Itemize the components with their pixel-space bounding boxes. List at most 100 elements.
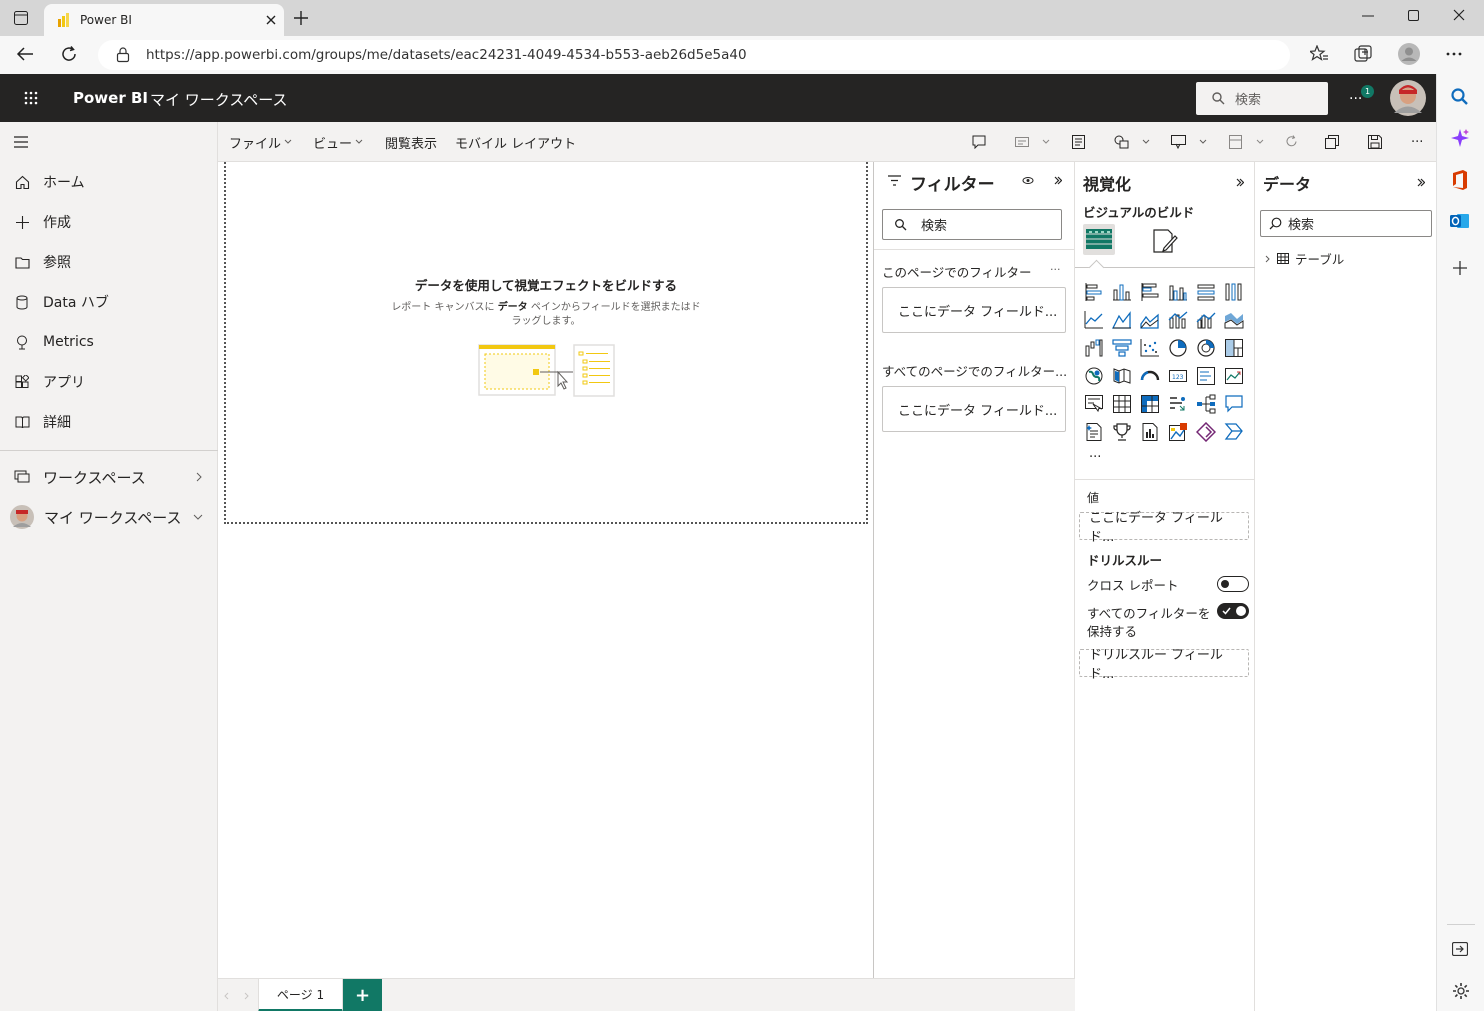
stacked-bar-chart-icon[interactable] xyxy=(1084,282,1104,302)
azure-map-icon[interactable] xyxy=(1168,422,1188,442)
empty-visual-placeholder[interactable]: データを使用して視覚エフェクトをビルドする レポート キャンバスに データ ペイ… xyxy=(224,162,868,524)
this-page-more-button[interactable]: ... xyxy=(1050,260,1061,273)
nav-item-datahub[interactable]: Data ハブ xyxy=(0,282,218,322)
ribbon-more-button[interactable]: ... xyxy=(1411,131,1423,146)
paginated-report-icon[interactable] xyxy=(1140,422,1160,442)
lock-icon[interactable] xyxy=(116,47,130,63)
pie-chart-icon[interactable] xyxy=(1168,338,1188,358)
nav-item-create[interactable]: 作成 xyxy=(0,202,218,242)
power-apps-icon[interactable] xyxy=(1196,422,1216,442)
clustered-bar-chart-icon[interactable] xyxy=(1140,282,1160,302)
workspace-breadcrumb[interactable]: マイ ワークスペース xyxy=(150,89,288,110)
browser-tab[interactable]: Power BI xyxy=(44,4,284,36)
gauge-icon[interactable] xyxy=(1140,366,1160,386)
stacked-area-chart-icon[interactable] xyxy=(1140,310,1160,330)
filter-search-box[interactable]: 検索 xyxy=(882,209,1062,240)
address-bar[interactable]: https://app.powerbi.com/groups/me/datase… xyxy=(98,40,1290,70)
shapes-icon[interactable] xyxy=(1114,135,1129,149)
scatter-chart-icon[interactable] xyxy=(1140,338,1160,358)
user-avatar[interactable] xyxy=(1390,80,1426,116)
tab-actions-icon[interactable] xyxy=(14,11,28,25)
visual-interactions-icon[interactable] xyxy=(1171,135,1186,149)
nav-item-my-workspace[interactable]: マイ ワークスペース xyxy=(0,497,218,537)
new-tab-icon[interactable] xyxy=(294,11,308,25)
edge-search-icon[interactable] xyxy=(1451,88,1469,106)
minimize-icon[interactable] xyxy=(1362,15,1374,17)
comment-icon[interactable] xyxy=(972,135,986,149)
eye-icon[interactable] xyxy=(1022,176,1034,185)
mobile-layout-button[interactable]: モバイル レイアウト xyxy=(455,133,576,152)
file-menu[interactable]: ファイル xyxy=(229,133,281,152)
bookmarks-icon[interactable] xyxy=(1229,135,1242,149)
save-icon[interactable] xyxy=(1368,135,1382,149)
duplicate-icon[interactable] xyxy=(1325,135,1339,149)
funnel-chart-icon[interactable] xyxy=(1112,338,1132,358)
collapse-filters-icon[interactable] xyxy=(1054,176,1062,185)
multi-row-card-icon[interactable] xyxy=(1196,366,1216,386)
page-tab-1[interactable]: ページ 1 xyxy=(258,979,343,1011)
text-box-icon[interactable] xyxy=(1072,135,1085,149)
window-close-icon[interactable] xyxy=(1453,9,1465,21)
slicer-icon[interactable] xyxy=(1084,394,1104,414)
matrix-icon[interactable] xyxy=(1140,394,1160,414)
this-page-drop-zone[interactable]: ここにデータ フィールド... xyxy=(882,287,1066,333)
back-icon[interactable] xyxy=(16,46,34,62)
favorites-icon[interactable] xyxy=(1310,45,1328,63)
donut-chart-icon[interactable] xyxy=(1196,338,1216,358)
kpi-icon[interactable] xyxy=(1224,366,1244,386)
smart-narrative-icon[interactable] xyxy=(1084,422,1104,442)
app-launcher-icon[interactable] xyxy=(24,91,38,105)
outlook-icon[interactable] xyxy=(1450,212,1470,230)
close-tab-icon[interactable] xyxy=(266,15,276,25)
office-icon[interactable] xyxy=(1451,170,1469,190)
qna-icon[interactable] xyxy=(1224,394,1244,414)
hamburger-menu-icon[interactable] xyxy=(14,136,28,148)
treemap-icon[interactable] xyxy=(1224,338,1244,358)
power-automate-icon[interactable] xyxy=(1224,422,1244,442)
100-stacked-column-chart-icon[interactable] xyxy=(1224,282,1244,302)
stacked-column-chart-icon[interactable] xyxy=(1112,282,1132,302)
data-search-box[interactable]: 検索 xyxy=(1260,210,1432,237)
app-name[interactable]: Power BI xyxy=(73,89,148,107)
nav-item-apps[interactable]: アプリ xyxy=(0,362,218,402)
nav-item-browse[interactable]: 参照 xyxy=(0,242,218,282)
collapse-viz-icon[interactable] xyxy=(1236,178,1244,187)
collections-icon[interactable] xyxy=(1354,45,1372,63)
profile-icon[interactable] xyxy=(1398,43,1420,65)
card-icon[interactable]: 123 xyxy=(1168,366,1188,386)
line-chart-icon[interactable] xyxy=(1084,310,1104,330)
reading-view-button[interactable]: 閲覧表示 xyxy=(385,133,437,152)
browser-menu-icon[interactable] xyxy=(1446,52,1462,56)
nav-item-home[interactable]: ホーム xyxy=(0,162,218,202)
hide-sidebar-icon[interactable] xyxy=(1452,942,1468,956)
maximize-icon[interactable] xyxy=(1408,10,1419,21)
prev-page-icon[interactable] xyxy=(224,992,229,1000)
waterfall-chart-icon[interactable] xyxy=(1084,338,1104,358)
add-page-button[interactable]: + xyxy=(343,979,382,1011)
settings-gear-icon[interactable] xyxy=(1452,982,1470,1000)
nav-item-learn[interactable]: 詳細 xyxy=(0,402,218,442)
area-chart-icon[interactable] xyxy=(1112,310,1132,330)
format-visual-icon[interactable] xyxy=(1152,228,1178,254)
refresh-visuals-icon[interactable] xyxy=(1285,135,1298,148)
all-pages-drop-zone[interactable]: ここにデータ フィールド... xyxy=(882,386,1066,432)
values-drop-zone[interactable]: ここにデータ フィールド... xyxy=(1079,511,1249,545)
key-influencers-icon[interactable] xyxy=(1168,394,1188,414)
cross-report-toggle[interactable] xyxy=(1217,576,1249,592)
nav-item-metrics[interactable]: Metrics xyxy=(0,322,218,362)
drillthrough-drop-zone[interactable]: ドリルスルー フィールド... xyxy=(1079,648,1249,682)
build-visual-tab[interactable] xyxy=(1083,224,1115,255)
copilot-icon[interactable] xyxy=(1450,128,1470,148)
filled-map-icon[interactable] xyxy=(1112,366,1132,386)
ribbon-chart-icon[interactable] xyxy=(1224,310,1244,330)
line-clustered-column-icon[interactable] xyxy=(1196,310,1216,330)
header-search-box[interactable]: 検索 xyxy=(1196,82,1328,115)
collapse-data-icon[interactable] xyxy=(1417,178,1425,187)
more-visuals-button[interactable]: ... xyxy=(1089,446,1101,461)
100-stacked-bar-chart-icon[interactable] xyxy=(1196,282,1216,302)
nav-item-workspaces[interactable]: ワークスペース xyxy=(0,457,218,497)
refresh-icon[interactable] xyxy=(60,45,78,63)
subscribe-icon[interactable] xyxy=(1015,135,1029,149)
map-icon[interactable] xyxy=(1084,366,1104,386)
next-page-icon[interactable] xyxy=(244,992,249,1000)
